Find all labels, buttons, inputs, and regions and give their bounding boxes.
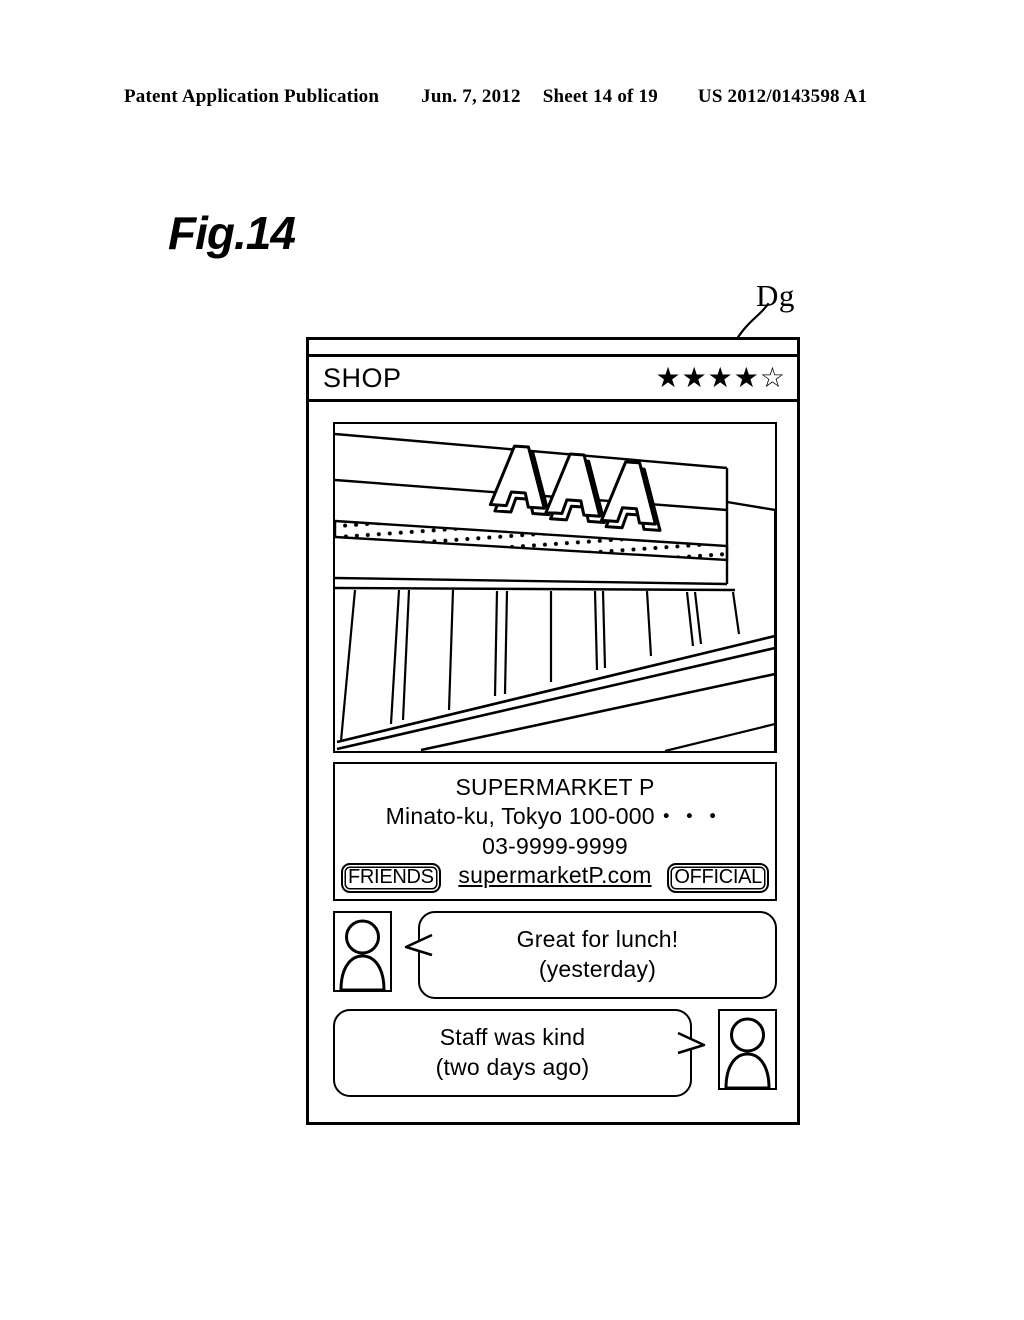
publication-date: Jun. 7, 2012 bbox=[421, 86, 521, 107]
screen-title: SHOP bbox=[323, 362, 402, 393]
comment-bubble-wrap: Great for lunch! (yesterday) bbox=[392, 911, 777, 1000]
person-silhouette-icon bbox=[339, 919, 386, 991]
comment-row: Staff was kind (two days ago) bbox=[333, 1009, 777, 1098]
star-filled-4: ★ bbox=[733, 362, 759, 393]
rating-stars[interactable]: ★ ★ ★ ★ ☆ bbox=[655, 364, 785, 392]
sheet-number: Sheet 14 of 19 bbox=[542, 86, 658, 107]
star-filled-1: ★ bbox=[655, 362, 681, 393]
title-bar: SHOP ★ ★ ★ ★ ☆ bbox=[309, 357, 797, 402]
official-tag-button[interactable]: OFFICIAL bbox=[667, 863, 769, 894]
document-number: US 2012/0143598 A1 bbox=[697, 86, 868, 107]
comment-time: (yesterday) bbox=[538, 956, 657, 983]
title-strip bbox=[309, 340, 797, 357]
shop-phone: 03-9999-9999 bbox=[482, 832, 628, 859]
comment-bubble[interactable]: Staff was kind (two days ago) bbox=[333, 1009, 692, 1098]
callout-label-dg: Dg bbox=[756, 278, 795, 313]
comment-text: Great for lunch! bbox=[516, 926, 679, 953]
person-silhouette-icon bbox=[724, 1017, 771, 1089]
star-empty-5: ☆ bbox=[759, 362, 785, 393]
shop-info-panel: SUPERMARKET P Minato-ku, Tokyo 100-000・・… bbox=[333, 762, 777, 902]
publication-label: Patent Application Publication bbox=[124, 86, 380, 107]
storefront-photo[interactable] bbox=[333, 422, 777, 753]
comment-bubble-wrap: Staff was kind (two days ago) bbox=[333, 1009, 718, 1098]
patent-page-header: Patent Application Publication Jun. 7, 2… bbox=[124, 86, 900, 108]
shop-name: SUPERMARKET P bbox=[455, 774, 655, 800]
star-filled-2: ★ bbox=[681, 362, 707, 393]
comment-bubble[interactable]: Great for lunch! (yesterday) bbox=[418, 911, 777, 1000]
comment-text: Staff was kind bbox=[439, 1024, 586, 1051]
device-content: SUPERMARKET P Minato-ku, Tokyo 100-000・・… bbox=[309, 402, 797, 1098]
star-filled-3: ★ bbox=[707, 362, 733, 393]
person-avatar-icon[interactable] bbox=[718, 1009, 777, 1091]
friends-tag-button[interactable]: FRIENDS bbox=[341, 863, 441, 894]
comment-time: (two days ago) bbox=[435, 1054, 590, 1081]
person-avatar-icon[interactable] bbox=[333, 911, 392, 993]
figure-label: Fig.14 bbox=[168, 207, 296, 259]
storefront-illustration bbox=[335, 432, 775, 751]
comment-row: Great for lunch! (yesterday) bbox=[333, 911, 777, 1000]
device-screen-dg: SHOP ★ ★ ★ ★ ☆ SUPERMARKET P Minato-ku, … bbox=[306, 337, 800, 1125]
shop-address: Minato-ku, Tokyo 100-000・・・ bbox=[385, 803, 725, 830]
